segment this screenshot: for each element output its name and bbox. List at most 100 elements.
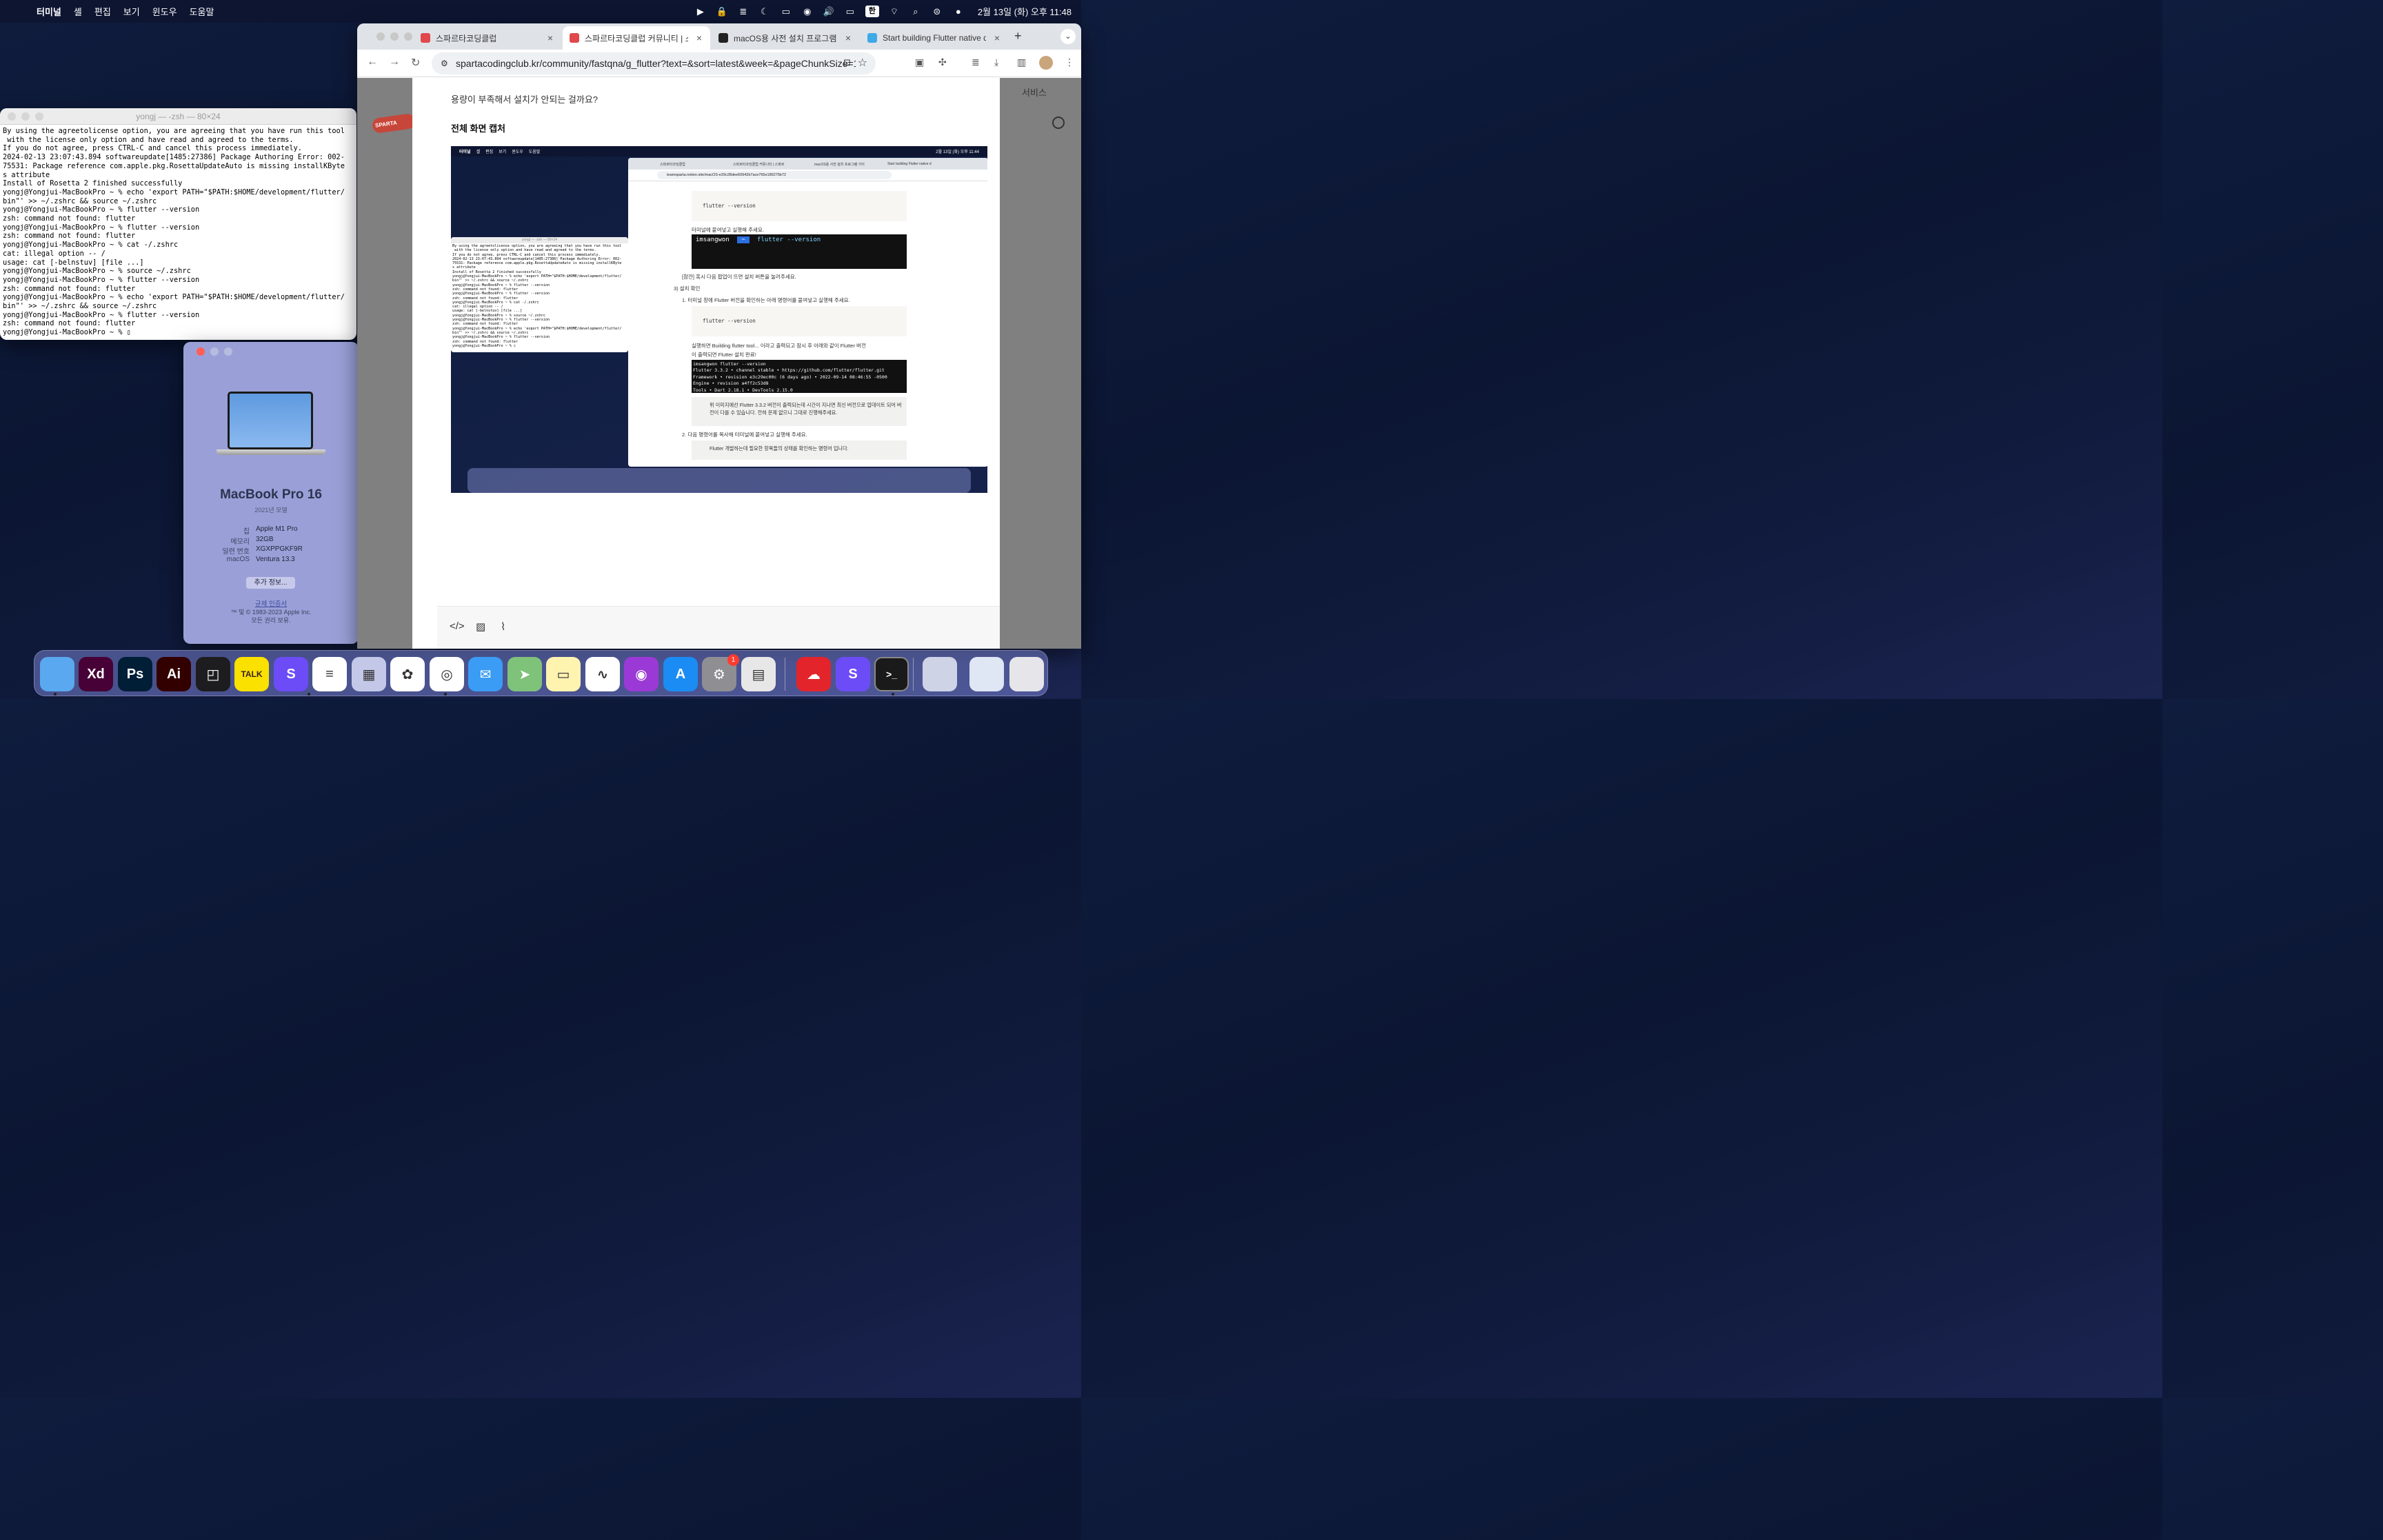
embedded-screenshot[interactable]: 터미널 셸 편집 보기 윈도우 도움말 2월 13일 (화) 오후 11:44 …	[451, 146, 987, 493]
menu-edit[interactable]: 편집	[94, 5, 111, 18]
minimize-button[interactable]	[210, 347, 219, 356]
volume-icon[interactable]: 🔊	[823, 6, 835, 18]
embedded-dock	[467, 468, 971, 493]
photoshop-app[interactable]: Ps	[118, 657, 152, 691]
menu-app-name[interactable]: 터미널	[37, 5, 61, 18]
embedded-code-block: flutter --version	[692, 191, 907, 221]
back-arrow-icon[interactable]: ←	[367, 56, 378, 68]
stacks-app[interactable]: ≡	[312, 657, 347, 691]
window-controls	[376, 32, 412, 41]
chrome-app[interactable]: ◎	[430, 657, 464, 691]
terminal-output[interactable]: By using the agreetolicense option, you …	[0, 125, 356, 339]
app-store-app[interactable]: A	[663, 657, 698, 691]
more-info-button[interactable]: 추가 정보...	[246, 577, 295, 589]
screenshots-stack[interactable]	[969, 657, 1004, 691]
illustrator-app[interactable]: Ai	[157, 657, 191, 691]
launchpad-app[interactable]: ▦	[352, 657, 386, 691]
trash[interactable]	[1009, 657, 1044, 691]
terminal-app[interactable]: >_	[874, 657, 909, 691]
tab-close-icon[interactable]: ×	[845, 32, 851, 43]
display-icon[interactable]: ▭	[780, 6, 792, 18]
tab-close-icon[interactable]: ×	[994, 32, 1000, 43]
embedded-output-line: Framework • revision e3c29ec00c (6 days …	[693, 374, 887, 380]
menu-shell[interactable]: 셸	[74, 5, 82, 18]
tab-close-icon[interactable]: ×	[696, 32, 702, 43]
regulatory-link[interactable]: 규제 인증서	[183, 598, 359, 608]
url-text[interactable]: spartacodingclub.kr/community/fastqna/g_…	[456, 58, 856, 69]
spartacodingclub-app[interactable]: S	[274, 657, 308, 691]
finder-app[interactable]	[40, 657, 74, 691]
tab-spartacodingclub[interactable]: 스파르타코딩클럽 ×	[414, 26, 561, 50]
spotlight-search-icon[interactable]: ⌕	[909, 6, 922, 18]
calculator-app[interactable]: ▤	[741, 657, 776, 691]
spec-value: XGXPPGKF9R	[256, 545, 303, 553]
menu-view[interactable]: 보기	[123, 5, 140, 18]
tab-label: macOS용 사전 설치 프로그램 가이	[734, 33, 837, 43]
wifi-icon[interactable]: ⌔	[888, 6, 901, 18]
extensions-puzzle-icon[interactable]: ✣	[938, 57, 947, 68]
tab-search-chevron-icon[interactable]: ⌄	[1060, 29, 1076, 44]
embedded-flutter-output: imsangwon flutter --version Flutter 3.3.…	[692, 360, 907, 393]
forward-arrow-icon[interactable]: →	[389, 56, 400, 68]
notes-app[interactable]: ▭	[546, 657, 581, 691]
embedded-step: 2. 다음 명령어를 복사해 터미널에 붙여넣고 실행해 주세요.	[682, 432, 807, 438]
extension-robot-icon[interactable]: ▣	[915, 57, 924, 68]
new-tab-button[interactable]: +	[1014, 29, 1022, 43]
creative-cloud-app[interactable]: ☁	[796, 657, 831, 691]
site-settings-icon[interactable]: ⚙	[441, 59, 452, 68]
downloads-stack[interactable]	[923, 657, 957, 691]
embedded-output-line: Tools • Dart 2.18.1 • DevTools 2.15.0	[693, 387, 793, 393]
tab-notion-guide[interactable]: macOS용 사전 설치 프로그램 가이 ×	[712, 26, 859, 50]
menu-help[interactable]: 도움말	[190, 5, 214, 18]
input-source-indicator[interactable]: 한	[865, 6, 879, 17]
maps-app[interactable]: ➤	[507, 657, 542, 691]
siri-icon[interactable]: ●	[952, 6, 965, 18]
control-center-icon[interactable]: ⊜	[931, 6, 943, 18]
adobe-xd-app[interactable]: Xd	[79, 657, 113, 691]
running-indicator	[892, 693, 894, 696]
attachment-icon[interactable]: ⌇	[501, 620, 505, 633]
stacks-icon[interactable]: ≣	[737, 6, 750, 18]
media-play-icon[interactable]: ◉	[801, 6, 814, 18]
bookmark-star-icon[interactable]: ☆	[858, 56, 867, 70]
battery-icon[interactable]: ▭	[844, 6, 856, 18]
kakaotalk-app[interactable]: TALK	[234, 657, 269, 691]
photos-app[interactable]: ✿	[390, 657, 425, 691]
side-panel-icon[interactable]: ▥	[1017, 57, 1026, 68]
tab-close-icon[interactable]: ×	[547, 32, 553, 43]
zoom-button[interactable]	[404, 32, 412, 41]
install-app-icon[interactable]: ⊡	[843, 57, 851, 68]
moon-icon[interactable]: ☾	[758, 6, 771, 18]
system-settings-app[interactable]: ⚙ 1	[702, 654, 739, 691]
freeform-app[interactable]: ∿	[585, 657, 620, 691]
image-icon[interactable]: ▨	[476, 620, 485, 633]
copyright: ™ 및 © 1983-2023 Apple Inc. 모든 권리 보유.	[183, 608, 359, 625]
profile-avatar[interactable]	[1039, 56, 1053, 70]
close-button[interactable]	[197, 347, 205, 356]
code-icon[interactable]: </>	[450, 620, 465, 632]
embedded-step: 1. 터미널 창에 Flutter 버전을 확인하는 아래 명령어를 붙여넣고 …	[682, 297, 850, 303]
embedded-menu-item: 편집	[485, 150, 494, 154]
user-icon[interactable]	[1052, 116, 1065, 129]
embedded-url: teamsparta.notion.site/macOS-e29c28dee60…	[657, 171, 892, 179]
tab-flutter[interactable]: Start building Flutter native d ×	[861, 26, 1008, 50]
spartacodingclub-app-2[interactable]: S	[836, 657, 870, 691]
address-bar[interactable]: ⚙ spartacodingclub.kr/community/fastqna/…	[432, 52, 876, 74]
terminal-titlebar[interactable]: yongj — -zsh — 80×24	[0, 108, 356, 125]
mail-app[interactable]: ✉	[468, 657, 503, 691]
tab-community[interactable]: 스파르타코딩클럽 커뮤니티 | 스파르 ×	[563, 26, 710, 50]
lock-icon[interactable]: 🔒	[716, 6, 728, 18]
menubar-clock[interactable]: 2월 13일 (화) 오후 11:48	[978, 5, 1072, 18]
service-menu[interactable]: 서비스	[1022, 85, 1047, 99]
podcasts-app[interactable]: ◉	[624, 657, 658, 691]
zoom-button[interactable]	[224, 347, 232, 356]
reload-icon[interactable]: ↻	[411, 56, 420, 70]
play-icon[interactable]: ▶	[694, 6, 707, 18]
close-button[interactable]	[376, 32, 385, 41]
reading-list-icon[interactable]: ≣	[972, 57, 980, 68]
capcut-app[interactable]: ◰	[196, 657, 230, 691]
minimize-button[interactable]	[390, 32, 399, 41]
menu-window[interactable]: 윈도우	[152, 5, 177, 18]
more-menu-icon[interactable]: ⋮	[1065, 57, 1074, 68]
download-icon[interactable]: ⤓	[994, 57, 998, 68]
